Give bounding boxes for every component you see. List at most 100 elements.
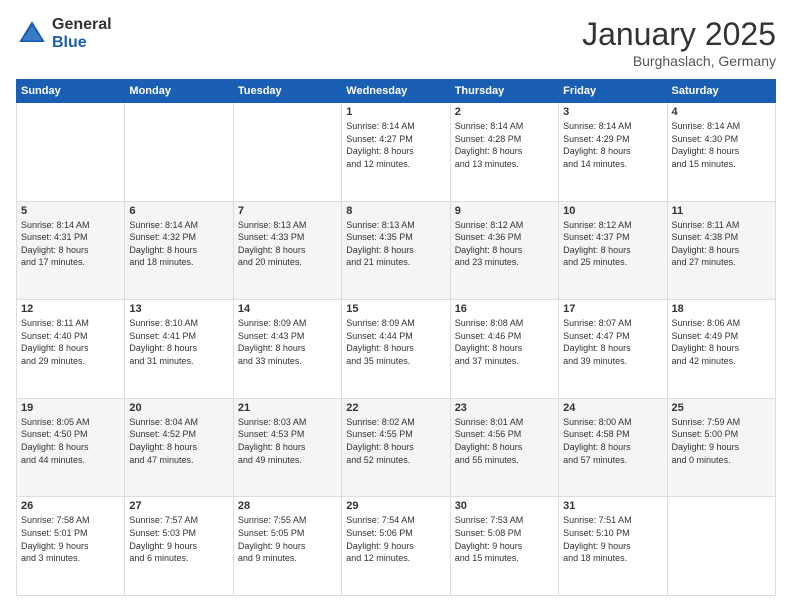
weekday-header-row: SundayMondayTuesdayWednesdayThursdayFrid… [17,80,776,103]
day-number: 1 [346,106,445,118]
day-cell: 29 Sunrise: 7:54 AMSunset: 5:06 PMDayligh… [342,497,450,596]
day-number: 20 [129,402,228,414]
day-info: Sunrise: 8:14 AMSunset: 4:32 PMDaylight:… [129,219,228,269]
day-cell [17,103,125,202]
day-info: Sunrise: 8:04 AMSunset: 4:52 PMDaylight:… [129,416,228,466]
day-number: 31 [563,500,662,512]
logo-icon [16,18,48,50]
day-cell: 18 Sunrise: 8:06 AMSunset: 4:49 PMDayligh… [667,300,775,399]
calendar: SundayMondayTuesdayWednesdayThursdayFrid… [16,79,776,596]
day-number: 13 [129,303,228,315]
logo-text: General Blue [52,16,112,51]
day-cell: 22 Sunrise: 8:02 AMSunset: 4:55 PMDayligh… [342,398,450,497]
day-cell: 23 Sunrise: 8:01 AMSunset: 4:56 PMDayligh… [450,398,558,497]
day-cell: 11 Sunrise: 8:11 AMSunset: 4:38 PMDayligh… [667,201,775,300]
day-number: 11 [672,205,771,217]
day-info: Sunrise: 8:11 AMSunset: 4:40 PMDaylight:… [21,317,120,367]
day-info: Sunrise: 8:12 AMSunset: 4:37 PMDaylight:… [563,219,662,269]
day-info: Sunrise: 8:12 AMSunset: 4:36 PMDaylight:… [455,219,554,269]
day-info: Sunrise: 7:54 AMSunset: 5:06 PMDaylight:… [346,514,445,564]
weekday-header-monday: Monday [125,80,233,103]
day-number: 19 [21,402,120,414]
day-cell: 7 Sunrise: 8:13 AMSunset: 4:33 PMDaylight… [233,201,341,300]
day-info: Sunrise: 7:57 AMSunset: 5:03 PMDaylight:… [129,514,228,564]
day-info: Sunrise: 7:51 AMSunset: 5:10 PMDaylight:… [563,514,662,564]
day-info: Sunrise: 8:13 AMSunset: 4:33 PMDaylight:… [238,219,337,269]
title-block: January 2025 Burghaslach, Germany [582,16,776,69]
day-info: Sunrise: 7:53 AMSunset: 5:08 PMDaylight:… [455,514,554,564]
logo: General Blue [16,16,112,51]
day-cell: 2Sunrise: 8:14 AMSunset: 4:28 PMDaylight… [450,103,558,202]
day-info: Sunrise: 7:55 AMSunset: 5:05 PMDaylight:… [238,514,337,564]
weekday-header-thursday: Thursday [450,80,558,103]
day-number: 15 [346,303,445,315]
day-cell: 17Sunrise: 8:07 AMSunset: 4:47 PMDayligh… [559,300,667,399]
day-info: Sunrise: 8:02 AMSunset: 4:55 PMDaylight:… [346,416,445,466]
day-cell: 20 Sunrise: 8:04 AMSunset: 4:52 PMDayligh… [125,398,233,497]
day-number: 23 [455,402,554,414]
day-number: 24 [563,402,662,414]
day-number: 17 [563,303,662,315]
day-cell: 12 Sunrise: 8:11 AMSunset: 4:40 PMDayligh… [17,300,125,399]
day-info: Sunrise: 8:11 AMSunset: 4:38 PMDaylight:… [672,219,771,269]
day-cell: 3Sunrise: 8:14 AMSunset: 4:29 PMDaylight… [559,103,667,202]
day-info: Sunrise: 8:08 AMSunset: 4:46 PMDaylight:… [455,317,554,367]
day-number: 28 [238,500,337,512]
day-info: Sunrise: 8:14 AMSunset: 4:27 PMDaylight:… [346,120,445,170]
day-info: Sunrise: 8:14 AMSunset: 4:28 PMDaylight:… [455,120,554,170]
day-cell: 16 Sunrise: 8:08 AMSunset: 4:46 PMDayligh… [450,300,558,399]
day-number: 5 [21,205,120,217]
day-number: 7 [238,205,337,217]
location: Burghaslach, Germany [582,53,776,69]
day-cell [667,497,775,596]
day-number: 22 [346,402,445,414]
header: General Blue January 2025 Burghaslach, G… [16,16,776,69]
day-info: Sunrise: 8:14 AMSunset: 4:30 PMDaylight:… [672,120,771,170]
day-number: 12 [21,303,120,315]
day-number: 16 [455,303,554,315]
day-number: 21 [238,402,337,414]
day-info: Sunrise: 8:14 AMSunset: 4:31 PMDaylight:… [21,219,120,269]
day-cell: 1 Sunrise: 8:14 AMSunset: 4:27 PMDaylight… [342,103,450,202]
day-cell: 8Sunrise: 8:13 AMSunset: 4:35 PMDaylight… [342,201,450,300]
day-info: Sunrise: 7:58 AMSunset: 5:01 PMDaylight:… [21,514,120,564]
day-cell: 19 Sunrise: 8:05 AMSunset: 4:50 PMDayligh… [17,398,125,497]
day-cell: 9Sunrise: 8:12 AMSunset: 4:36 PMDaylight… [450,201,558,300]
day-info: Sunrise: 8:00 AMSunset: 4:58 PMDaylight:… [563,416,662,466]
week-row-1: 1 Sunrise: 8:14 AMSunset: 4:27 PMDaylight… [17,103,776,202]
day-number: 18 [672,303,771,315]
day-number: 27 [129,500,228,512]
day-info: Sunrise: 8:09 AMSunset: 4:43 PMDaylight:… [238,317,337,367]
day-number: 4 [672,106,771,118]
weekday-header-friday: Friday [559,80,667,103]
day-number: 30 [455,500,554,512]
day-cell: 13Sunrise: 8:10 AMSunset: 4:41 PMDayligh… [125,300,233,399]
day-cell: 26Sunrise: 7:58 AMSunset: 5:01 PMDayligh… [17,497,125,596]
weekday-header-sunday: Sunday [17,80,125,103]
day-cell: 4 Sunrise: 8:14 AMSunset: 4:30 PMDaylight… [667,103,775,202]
day-info: Sunrise: 8:01 AMSunset: 4:56 PMDaylight:… [455,416,554,466]
day-cell [125,103,233,202]
day-number: 29 [346,500,445,512]
weekday-header-wednesday: Wednesday [342,80,450,103]
day-cell: 6Sunrise: 8:14 AMSunset: 4:32 PMDaylight… [125,201,233,300]
day-cell: 5 Sunrise: 8:14 AMSunset: 4:31 PMDaylight… [17,201,125,300]
page: General Blue January 2025 Burghaslach, G… [0,0,792,612]
day-number: 14 [238,303,337,315]
logo-general: General [52,16,112,34]
month-title: January 2025 [582,16,776,53]
day-number: 25 [672,402,771,414]
day-info: Sunrise: 8:05 AMSunset: 4:50 PMDaylight:… [21,416,120,466]
day-cell: 30 Sunrise: 7:53 AMSunset: 5:08 PMDayligh… [450,497,558,596]
day-cell: 31 Sunrise: 7:51 AMSunset: 5:10 PMDayligh… [559,497,667,596]
week-row-2: 5 Sunrise: 8:14 AMSunset: 4:31 PMDaylight… [17,201,776,300]
day-cell: 15Sunrise: 8:09 AMSunset: 4:44 PMDayligh… [342,300,450,399]
week-row-5: 26Sunrise: 7:58 AMSunset: 5:01 PMDayligh… [17,497,776,596]
day-cell: 24 Sunrise: 8:00 AMSunset: 4:58 PMDayligh… [559,398,667,497]
weekday-header-saturday: Saturday [667,80,775,103]
day-cell: 21Sunrise: 8:03 AMSunset: 4:53 PMDayligh… [233,398,341,497]
day-cell: 10Sunrise: 8:12 AMSunset: 4:37 PMDayligh… [559,201,667,300]
day-info: Sunrise: 8:06 AMSunset: 4:49 PMDaylight:… [672,317,771,367]
day-cell: 14 Sunrise: 8:09 AMSunset: 4:43 PMDayligh… [233,300,341,399]
week-row-3: 12 Sunrise: 8:11 AMSunset: 4:40 PMDayligh… [17,300,776,399]
